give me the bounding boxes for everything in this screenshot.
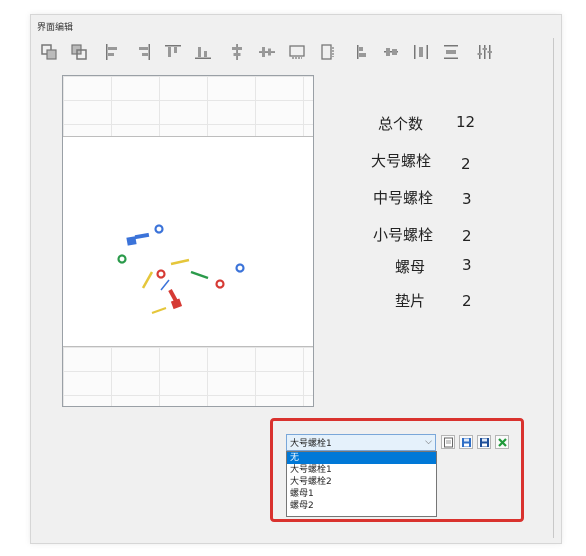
spacing-settings-icon[interactable] <box>472 40 498 64</box>
layout-canvas[interactable] <box>62 75 314 407</box>
medium-bolt-green[interactable] <box>190 270 209 280</box>
stat-value-small-bolt: 2 <box>462 227 472 245</box>
toolbar <box>36 36 554 68</box>
panel-right-border <box>553 38 554 538</box>
dropdown-option[interactable]: 大号螺栓1 <box>287 464 436 476</box>
align-top-icon[interactable] <box>160 40 186 64</box>
same-width-icon[interactable] <box>284 40 310 64</box>
chevron-down-icon[interactable]: ⌵ <box>425 437 432 447</box>
stat-label-total: 总个数 <box>377 115 423 133</box>
small-bolt-yellow-1[interactable] <box>170 258 190 266</box>
align-left-icon[interactable] <box>100 40 126 64</box>
stat-value-total: 12 <box>456 113 476 131</box>
save-button[interactable] <box>459 435 473 449</box>
same-height-icon[interactable] <box>314 40 340 64</box>
distribute-top-icon[interactable] <box>348 40 374 64</box>
medium-bolt-yellow[interactable] <box>141 271 154 289</box>
part-select-value: 大号螺栓1 <box>290 439 332 449</box>
parts-layer <box>117 224 245 314</box>
align-right-icon[interactable] <box>130 40 156 64</box>
distribute-horizontal-icon[interactable] <box>408 40 434 64</box>
stat-value-medium-bolt: 3 <box>462 190 472 208</box>
dropdown-option[interactable]: 大号螺栓2 <box>287 476 436 488</box>
stat-label-medium-bolt: 中号螺栓 <box>372 189 433 207</box>
nut-blue-1[interactable] <box>154 224 164 234</box>
distribute-vertical-icon[interactable] <box>438 40 464 64</box>
stat-value-nut: 3 <box>462 256 472 274</box>
center-vertical-icon[interactable] <box>254 40 280 64</box>
new-button[interactable] <box>441 435 455 449</box>
stat-value-large-bolt: 2 <box>461 155 471 173</box>
distribute-middle-icon[interactable] <box>378 40 404 64</box>
save-icon <box>461 437 471 447</box>
stat-label-small-bolt: 小号螺栓 <box>372 226 433 244</box>
stat-value-washer: 2 <box>462 292 472 310</box>
delete-button[interactable] <box>495 435 509 449</box>
stat-label-large-bolt: 大号螺栓 <box>370 152 431 170</box>
dropdown-option[interactable]: 螺母2 <box>287 500 436 512</box>
panel-title: 界面编辑 <box>37 23 74 33</box>
align-bottom-icon[interactable] <box>190 40 216 64</box>
new-document-icon <box>443 437 453 447</box>
send-to-back-icon[interactable] <box>66 40 92 64</box>
dropdown-option[interactable]: 无 <box>287 452 436 464</box>
stat-label-nut: 螺母 <box>394 258 425 276</box>
stat-label-washer: 垫片 <box>394 292 425 310</box>
save-as-button[interactable] <box>477 435 491 449</box>
save-as-icon <box>479 437 489 447</box>
washer-blue-line[interactable] <box>160 279 170 291</box>
part-dropdown-list: 无 大号螺栓1 大号螺栓2 螺母1 螺母2 <box>286 451 437 517</box>
washer-green[interactable] <box>117 254 127 264</box>
center-horizontal-icon[interactable] <box>224 40 250 64</box>
small-bolt-yellow-2[interactable] <box>151 307 167 314</box>
dropdown-option[interactable]: 螺母1 <box>287 488 436 500</box>
nut-blue-2[interactable] <box>235 263 245 273</box>
nut-red-1[interactable] <box>156 269 166 279</box>
part-select[interactable]: 大号螺栓1 ⌵ <box>286 434 436 451</box>
nut-red-2[interactable] <box>215 279 225 289</box>
large-bolt-blue[interactable] <box>126 232 150 246</box>
bring-to-front-icon[interactable] <box>36 40 62 64</box>
close-icon <box>497 437 507 447</box>
large-bolt-red[interactable] <box>168 289 183 310</box>
